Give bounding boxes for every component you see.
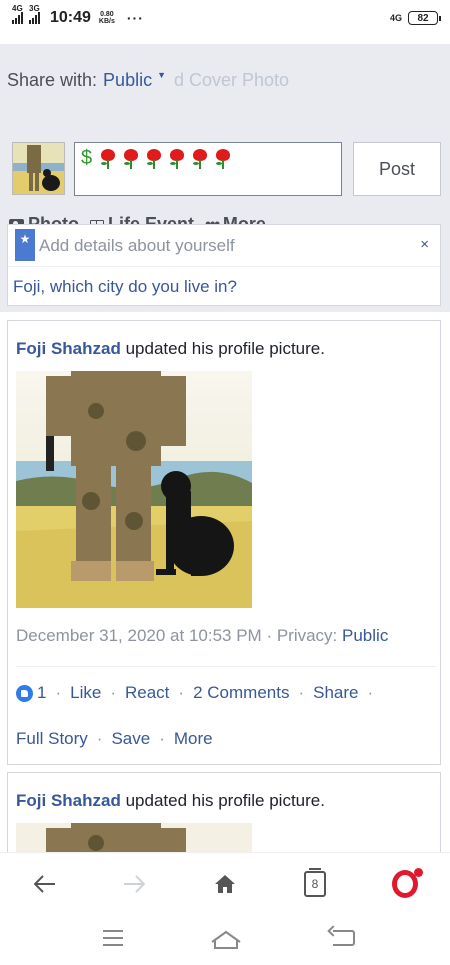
rose-emojis <box>98 149 233 169</box>
separator-dot: · <box>96 729 103 748</box>
back-arrow-icon[interactable] <box>25 867 65 901</box>
separator-dot: · <box>55 683 62 702</box>
net-speed: 0.80 KB/s <box>99 11 115 25</box>
status-more-icon: ··· <box>126 10 144 26</box>
net-speed-unit: KB/s <box>98 18 115 25</box>
privacy-label: · Privacy: <box>266 626 338 645</box>
rose-icon <box>121 149 141 169</box>
rose-icon <box>144 149 164 169</box>
story-header: Foji Shahzad updated his profile picture… <box>16 339 325 359</box>
star-icon: ★ <box>15 229 35 261</box>
post-text-input[interactable]: $ <box>74 142 342 196</box>
separator-dot: · <box>298 683 305 702</box>
network-type: 4G <box>12 4 23 13</box>
details-prompt: ★ Add details about yourself × Foji, whi… <box>7 224 441 306</box>
tabs-button[interactable]: 8 <box>295 867 335 901</box>
menu-icon[interactable] <box>103 930 123 951</box>
story-actions-row-1: 1 · Like · React · 2 Comments · Share · <box>16 683 382 703</box>
rose-icon <box>98 149 118 169</box>
battery-icon: 82 <box>408 11 441 25</box>
network-type-2: 3G <box>29 4 40 13</box>
comments-link[interactable]: 2 Comments <box>193 683 289 703</box>
share-button[interactable]: Share <box>313 683 358 703</box>
story-date[interactable]: December 31, 2020 at 10:53 PM <box>16 626 262 645</box>
full-story-link[interactable]: Full Story <box>16 729 88 749</box>
separator-dot: · <box>367 683 374 702</box>
post-text-value: $ <box>81 147 93 169</box>
audience-selector[interactable]: Public <box>103 70 152 91</box>
privacy-value[interactable]: Public <box>342 626 388 645</box>
forward-arrow-icon[interactable] <box>114 867 154 901</box>
browser-toolbar: 8 <box>0 852 450 914</box>
notification-dot <box>414 868 423 877</box>
author-link[interactable]: Foji Shahzad <box>16 791 121 810</box>
city-question-link[interactable]: Foji, which city do you live in? <box>8 267 440 307</box>
cover-photo-link[interactable]: d Cover Photo <box>174 70 289 91</box>
details-prompt-title[interactable]: Add details about yourself <box>39 236 235 256</box>
system-home-icon[interactable] <box>211 930 241 950</box>
more-link[interactable]: More <box>174 729 213 749</box>
net-speed-value: 0.80 <box>100 11 114 18</box>
system-back-icon[interactable] <box>333 930 355 946</box>
opera-menu-icon[interactable] <box>385 867 425 901</box>
system-nav-bar <box>0 914 450 965</box>
tabs-count: 8 <box>304 868 326 897</box>
separator-dot: · <box>178 683 185 702</box>
separator-dot: · <box>159 729 165 748</box>
story-action-text: updated his profile picture. <box>125 339 325 358</box>
like-button[interactable]: Like <box>70 683 101 703</box>
rose-icon <box>213 149 233 169</box>
like-count[interactable]: 1 <box>37 683 46 703</box>
story-card: Foji Shahzad updated his profile picture… <box>7 772 441 863</box>
story-card: Foji Shahzad updated his profile picture… <box>7 320 441 765</box>
story-meta: December 31, 2020 at 10:53 PM · Privacy:… <box>16 626 388 646</box>
post-button[interactable]: Post <box>353 142 441 196</box>
story-header: Foji Shahzad updated his profile picture… <box>16 791 325 811</box>
rose-icon <box>190 149 210 169</box>
profile-thumbnail[interactable] <box>12 142 65 195</box>
save-button[interactable]: Save <box>111 729 150 749</box>
divider <box>16 666 436 667</box>
story-action-text: updated his profile picture. <box>125 791 325 810</box>
share-with-row: Share with: Public ▼ d Cover Photo <box>7 70 289 91</box>
status-bar: 4G 3G 10:49 0.80 KB/s ··· 4G 82 <box>0 0 450 36</box>
rose-icon <box>167 149 187 169</box>
clock: 10:49 <box>50 9 91 26</box>
share-with-label: Share with: <box>7 70 98 90</box>
story-actions-row-2: Full Story · Save · More <box>16 729 213 749</box>
home-icon[interactable] <box>205 867 245 901</box>
author-link[interactable]: Foji Shahzad <box>16 339 121 358</box>
signal-icon: 4G <box>12 4 23 24</box>
signal-icon-2: 3G <box>29 4 40 24</box>
like-count-icon[interactable] <box>16 684 33 702</box>
network-4g-right: 4G <box>389 13 402 23</box>
separator-dot: · <box>110 683 116 702</box>
close-icon[interactable]: × <box>420 236 429 253</box>
react-button[interactable]: React <box>125 683 169 703</box>
caret-down-icon[interactable]: ▼ <box>157 70 166 80</box>
composer: Share with: Public ▼ d Cover Photo $ Pos… <box>0 44 450 312</box>
profile-picture-image[interactable] <box>16 371 252 608</box>
